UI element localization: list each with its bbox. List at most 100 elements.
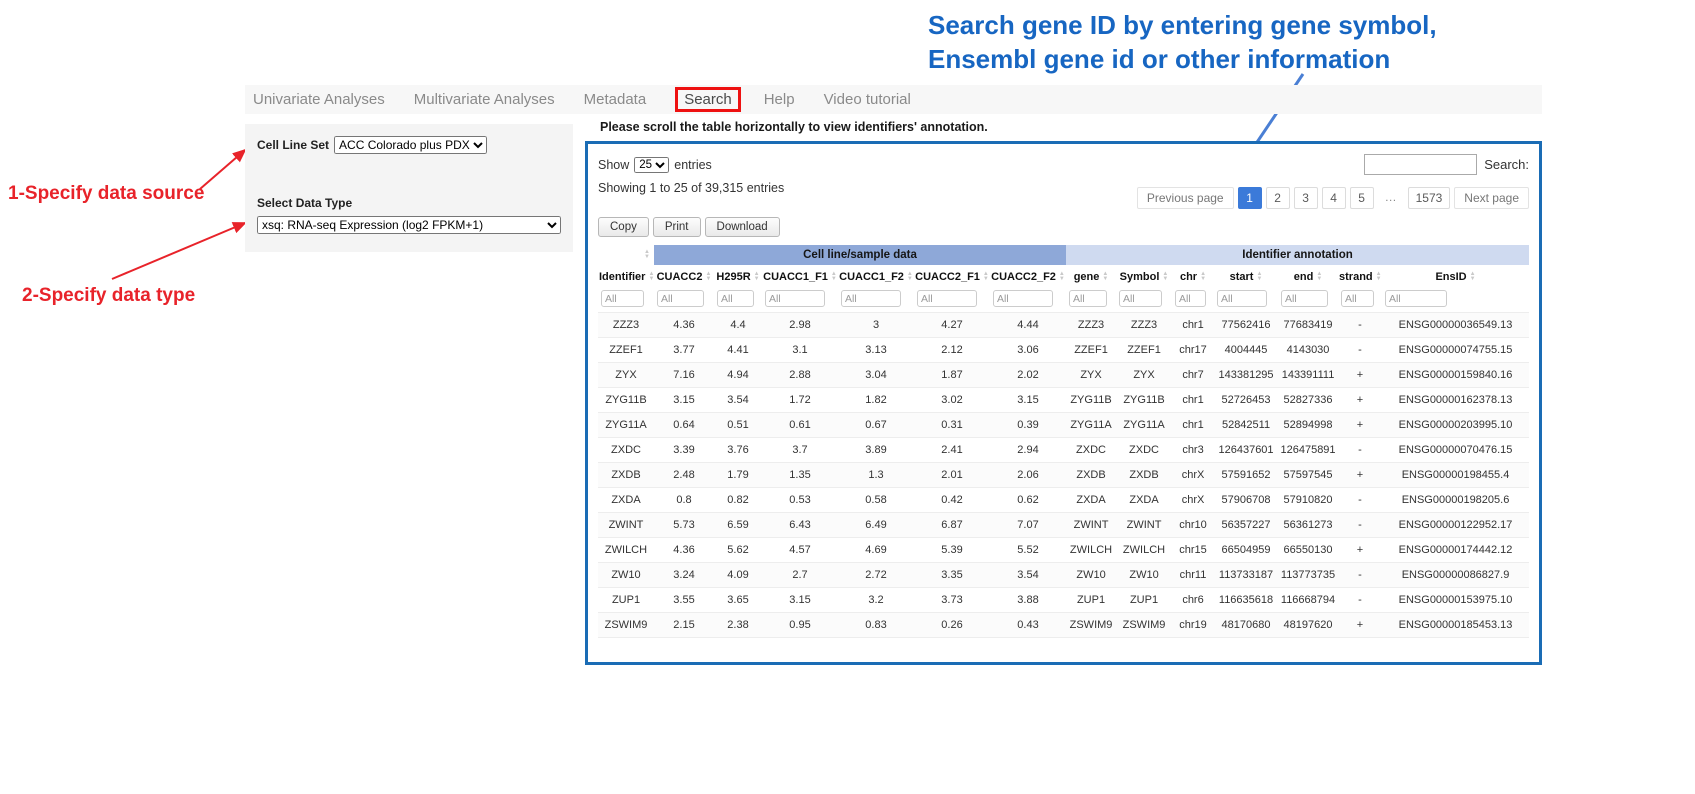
data-type-select[interactable]: xsq: RNA-seq Expression (log2 FPKM+1)	[257, 216, 561, 234]
filter-input-start[interactable]	[1217, 290, 1267, 307]
table-cell: ZWILCH	[598, 538, 654, 563]
search-input[interactable]	[1364, 154, 1477, 175]
table-cell: ENSG00000198455.4	[1382, 463, 1529, 488]
column-header-symbol[interactable]: Symbol▲▼	[1116, 265, 1172, 288]
column-header-identifier[interactable]: Identifier▲▼	[598, 265, 654, 288]
table-row: ZXDC3.393.763.73.892.412.94ZXDCZXDCchr31…	[598, 438, 1529, 463]
sort-icon[interactable]: ▲▼	[907, 272, 913, 282]
nav-item-univariate-analyses[interactable]: Univariate Analyses	[253, 91, 385, 108]
sort-icon[interactable]: ▲▼	[831, 272, 837, 282]
table-cell: ZXDA	[1066, 488, 1116, 513]
nav-item-help[interactable]: Help	[764, 91, 795, 108]
column-header-chr[interactable]: chr▲▼	[1172, 265, 1214, 288]
sort-icon[interactable]: ▲▼	[1059, 272, 1065, 282]
sort-icon[interactable]: ▲▼	[644, 250, 650, 260]
page-button-1573[interactable]: 1573	[1408, 187, 1451, 209]
table-cell: ENSG00000174442.12	[1382, 538, 1529, 563]
filter-input-gene[interactable]	[1069, 290, 1107, 307]
sort-icon[interactable]: ▲▼	[1316, 272, 1322, 282]
sort-icon[interactable]: ▲▼	[1162, 272, 1168, 282]
previous-page-button[interactable]: Previous page	[1137, 187, 1234, 209]
print-button[interactable]: Print	[653, 217, 701, 237]
column-header-ensid[interactable]: EnsID▲▼	[1382, 265, 1529, 288]
sort-icon[interactable]: ▲▼	[705, 272, 711, 282]
filter-input-cuacc2-f2[interactable]	[993, 290, 1053, 307]
filter-input-end[interactable]	[1281, 290, 1328, 307]
search-label: Search:	[1484, 157, 1529, 172]
table-row: ZXDA0.80.820.530.580.420.62ZXDAZXDAchrX5…	[598, 488, 1529, 513]
sort-icon[interactable]: ▲▼	[1256, 272, 1262, 282]
filter-input-ensid[interactable]	[1385, 290, 1447, 307]
sort-icon[interactable]: ▲▼	[1470, 272, 1476, 282]
column-header-start[interactable]: start▲▼	[1214, 265, 1278, 288]
table-panel: Show 25 entries Search: Showing 1 to 25 …	[585, 141, 1542, 665]
scroll-note: Please scroll the table horizontally to …	[600, 120, 988, 134]
column-header-strand[interactable]: strand▲▼	[1338, 265, 1382, 288]
column-header-cuacc1-f1[interactable]: CUACC1_F1▲▼	[762, 265, 838, 288]
sort-icon[interactable]: ▲▼	[648, 272, 654, 282]
page-button-2[interactable]: 2	[1266, 187, 1290, 209]
filter-input-cuacc2-f1[interactable]	[917, 290, 977, 307]
filter-input-symbol[interactable]	[1119, 290, 1162, 307]
table-cell: chrX	[1172, 463, 1214, 488]
cell-line-set-select[interactable]: ACC Colorado plus PDX	[334, 136, 487, 154]
page-length-select[interactable]: 25	[634, 157, 669, 173]
table-row: ZSWIM92.152.380.950.830.260.43ZSWIM9ZSWI…	[598, 613, 1529, 638]
filter-input-chr[interactable]	[1175, 290, 1206, 307]
table-cell: +	[1338, 613, 1382, 638]
filter-cell-start	[1214, 288, 1278, 313]
table-cell: 1.72	[762, 388, 838, 413]
page-button-5[interactable]: 5	[1350, 187, 1374, 209]
filter-input-cuacc1-f1[interactable]	[765, 290, 825, 307]
table-cell: 0.58	[838, 488, 914, 513]
column-header-cuacc1-f2[interactable]: CUACC1_F2▲▼	[838, 265, 914, 288]
column-header-h295r[interactable]: H295R▲▼	[714, 265, 762, 288]
table-cell: ZZZ3	[1066, 313, 1116, 338]
copy-button[interactable]: Copy	[598, 217, 649, 237]
page-button-4[interactable]: 4	[1322, 187, 1346, 209]
sort-icon[interactable]: ▲▼	[1102, 272, 1108, 282]
page-button-3[interactable]: 3	[1294, 187, 1318, 209]
table-cell: 6.43	[762, 513, 838, 538]
sort-icon[interactable]: ▲▼	[1200, 272, 1206, 282]
column-header-cuacc2[interactable]: CUACC2▲▼	[654, 265, 714, 288]
download-button[interactable]: Download	[705, 217, 780, 237]
filter-input-cuacc2[interactable]	[657, 290, 704, 307]
table-cell: 3.06	[990, 338, 1066, 363]
table-cell: 4.36	[654, 538, 714, 563]
filter-input-strand[interactable]	[1341, 290, 1374, 307]
page-button-1[interactable]: 1	[1238, 187, 1262, 209]
table-cell: 1.87	[914, 363, 990, 388]
column-label: gene	[1074, 271, 1100, 283]
column-header-cuacc2-f1[interactable]: CUACC2_F1▲▼	[914, 265, 990, 288]
sort-icon[interactable]: ▲▼	[983, 272, 989, 282]
table-cell: chr6	[1172, 588, 1214, 613]
nav-item-multivariate-analyses[interactable]: Multivariate Analyses	[414, 91, 555, 108]
column-header-cuacc2-f2[interactable]: CUACC2_F2▲▼	[990, 265, 1066, 288]
filter-input-h295r[interactable]	[717, 290, 754, 307]
column-label: CUACC1_F1	[763, 271, 828, 283]
table-cell: ENSG00000086827.9	[1382, 563, 1529, 588]
table-cell: 4.41	[714, 338, 762, 363]
table-cell: +	[1338, 463, 1382, 488]
table-cell: chr3	[1172, 438, 1214, 463]
filter-cell-end	[1278, 288, 1338, 313]
nav-item-metadata[interactable]: Metadata	[584, 91, 647, 108]
nav-item-video-tutorial[interactable]: Video tutorial	[824, 91, 911, 108]
column-header-gene[interactable]: gene▲▼	[1066, 265, 1116, 288]
next-page-button[interactable]: Next page	[1454, 187, 1529, 209]
column-header-end[interactable]: end▲▼	[1278, 265, 1338, 288]
filter-input-identifier[interactable]	[601, 290, 644, 307]
column-label: start	[1230, 271, 1254, 283]
filter-cell-cuacc2	[654, 288, 714, 313]
table-cell: ENSG00000198205.6	[1382, 488, 1529, 513]
table-cell: 3	[838, 313, 914, 338]
sort-icon[interactable]: ▲▼	[1376, 272, 1382, 282]
table-cell: chr1	[1172, 313, 1214, 338]
table-cell: ZXDC	[1116, 438, 1172, 463]
nav-item-search[interactable]: Search	[675, 87, 741, 112]
filter-input-cuacc1-f2[interactable]	[841, 290, 901, 307]
table-cell: chr1	[1172, 413, 1214, 438]
table-cell: ENSG00000162378.13	[1382, 388, 1529, 413]
sort-icon[interactable]: ▲▼	[754, 272, 760, 282]
